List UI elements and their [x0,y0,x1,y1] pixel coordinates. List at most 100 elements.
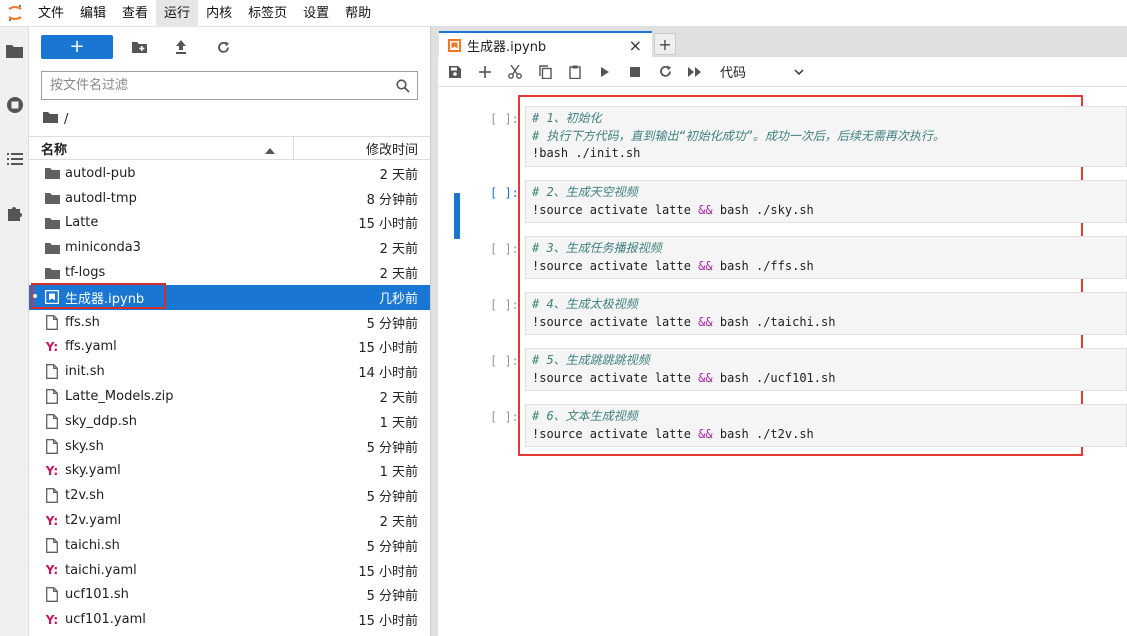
code-comment: # 2、生成天空视频 [532,185,638,199]
code-operator: && [698,314,713,329]
file-row[interactable]: Y: ucf101.yaml 15 小时前 [29,607,430,632]
folder-icon [44,215,60,231]
paste-icon[interactable] [560,60,590,84]
activity-bar [0,27,29,636]
file-icon [44,364,60,380]
cell-editor[interactable]: # 2、生成天空视频 !source activate latte && bash… [525,180,1127,223]
file-name: tf-logs [65,265,106,281]
menu-item[interactable]: 标签页 [240,0,295,27]
file-row[interactable]: Y: ffs.yaml 15 小时前 [29,335,430,360]
column-modified-header[interactable]: 修改时间 [366,139,418,158]
file-row[interactable]: autodl-tmp 8 分钟前 [29,186,430,211]
code-comment: # 5、生成跳跳跳视频 [532,353,650,367]
cell-type-select[interactable]: 代码 [720,61,804,83]
code-command: !source activate latte [532,258,699,273]
cut-icon[interactable] [500,60,530,84]
table-of-contents-icon[interactable] [0,145,29,173]
sort-ascending-icon[interactable] [265,143,275,158]
code-command: bash ./ffs.sh [712,258,814,273]
folder-icon[interactable] [0,37,29,65]
notebook-icon [44,289,60,305]
code-operator: && [698,426,713,441]
code-operator: && [698,202,713,217]
stop-icon[interactable] [620,60,650,84]
extensions-puzzle-icon[interactable] [0,198,29,226]
upload-icon[interactable] [169,35,193,59]
folder-icon[interactable] [43,111,58,127]
file-browser-toolbar: + [41,35,235,59]
file-row[interactable]: 生成器.ipynb 几秒前 [29,282,430,310]
yaml-file-icon: Y: [45,339,59,354]
cell-prompt: [ ]: [490,112,519,126]
active-cell-indicator [454,193,460,239]
cell-editor[interactable]: # 4、生成太极视频 !source activate latte && bash… [525,292,1127,335]
file-row[interactable]: Y: t2v.yaml 2 天前 [29,508,430,533]
file-icon [44,537,60,553]
code-command: !source activate latte [532,202,699,217]
cell-editor[interactable]: # 5、生成跳跳跳视频 !source activate latte && bas… [525,348,1127,391]
file-row[interactable]: Latte 15 小时前 [29,211,430,236]
code-command: bash ./ucf101.sh [712,370,836,385]
file-modified: 5 分钟前 [366,490,418,506]
code-command: !bash ./init.sh [532,146,641,160]
menu-item[interactable]: 查看 [114,0,156,27]
menu-item[interactable]: 帮助 [337,0,379,27]
new-folder-icon[interactable] [127,35,151,59]
file-modified: 15 小时前 [358,564,418,580]
menu-item[interactable]: 设置 [295,0,337,27]
refresh-icon[interactable] [211,35,235,59]
notebook-cells: [ ]: # 1、初始化 # 执行下方代码，直到输出“初始化成功”。成功一次后，后续… [438,87,1127,636]
file-filter-input[interactable] [42,72,389,99]
file-name: Latte_Models.zip [65,389,174,405]
running-kernels-icon[interactable] [0,91,29,119]
cell-editor[interactable]: # 6、文本生成视频 !source activate latte && bash… [525,404,1127,447]
search-icon[interactable] [389,78,417,93]
file-row[interactable]: init.sh 14 小时前 [29,359,430,384]
file-row[interactable]: sky.sh 5 分钟前 [29,434,430,459]
run-icon[interactable] [590,60,620,84]
file-modified: 2 天前 [379,515,418,531]
file-row[interactable]: ffs.sh 5 分钟前 [29,310,430,335]
panel-splitter[interactable] [431,27,438,636]
file-icon [44,587,60,603]
file-modified: 1 天前 [379,415,418,431]
new-launcher-button[interactable]: + [41,35,113,59]
add-tab-button[interactable]: + [654,33,676,55]
file-row[interactable]: tf-logs 2 天前 [29,260,430,285]
close-icon[interactable]: × [629,36,642,55]
yaml-file-icon: Y: [45,513,59,528]
file-row[interactable]: Y: sky.yaml 1 天前 [29,459,430,484]
cell-prompt: [ ]: [490,186,519,200]
code-command: !source activate latte [532,426,699,441]
cell-editor[interactable]: # 1、初始化 # 执行下方代码，直到输出“初始化成功”。成功一次后，后续无需再次… [525,106,1127,167]
restart-run-all-icon[interactable] [680,60,710,84]
column-name-header[interactable]: 名称 [41,139,67,158]
save-icon[interactable] [440,60,470,84]
jupyter-logo-icon[interactable] [0,0,30,27]
copy-icon[interactable] [530,60,560,84]
file-row[interactable]: taichi.sh 5 分钟前 [29,533,430,558]
file-modified: 1 天前 [379,465,418,481]
file-row[interactable]: Latte_Models.zip 2 天前 [29,384,430,409]
file-row[interactable]: autodl-pub 2 天前 [29,161,430,186]
breadcrumb-path[interactable]: / [64,112,68,127]
file-row[interactable]: miniconda3 2 天前 [29,235,430,260]
tab-notebook[interactable]: 生成器.ipynb × [439,31,652,57]
file-row[interactable]: sky_ddp.sh 1 天前 [29,409,430,434]
menu-item[interactable]: 运行 [156,0,199,27]
file-row[interactable]: t2v.sh 5 分钟前 [29,483,430,508]
main-dock-area: 生成器.ipynb × + 代码 []: # 1、初始化 # 执行下方代码，直… [438,27,1127,636]
column-divider[interactable] [293,137,294,159]
file-row[interactable]: Y: taichi.yaml 15 小时前 [29,558,430,583]
cell-editor[interactable]: # 3、生成任务播报视频 !source activate latte && ba… [525,236,1127,279]
file-name: 生成器.ipynb [65,291,145,307]
file-name: t2v.yaml [65,513,122,529]
code-operator: && [698,258,713,273]
file-row[interactable]: ucf101.sh 5 分钟前 [29,583,430,608]
menu-item[interactable]: 编辑 [72,0,114,27]
restart-icon[interactable] [650,60,680,84]
add-cell-icon[interactable] [470,60,500,84]
menu-item[interactable]: 文件 [30,0,72,27]
tab-label: 生成器.ipynb [467,39,547,55]
menu-item[interactable]: 内核 [198,0,240,27]
